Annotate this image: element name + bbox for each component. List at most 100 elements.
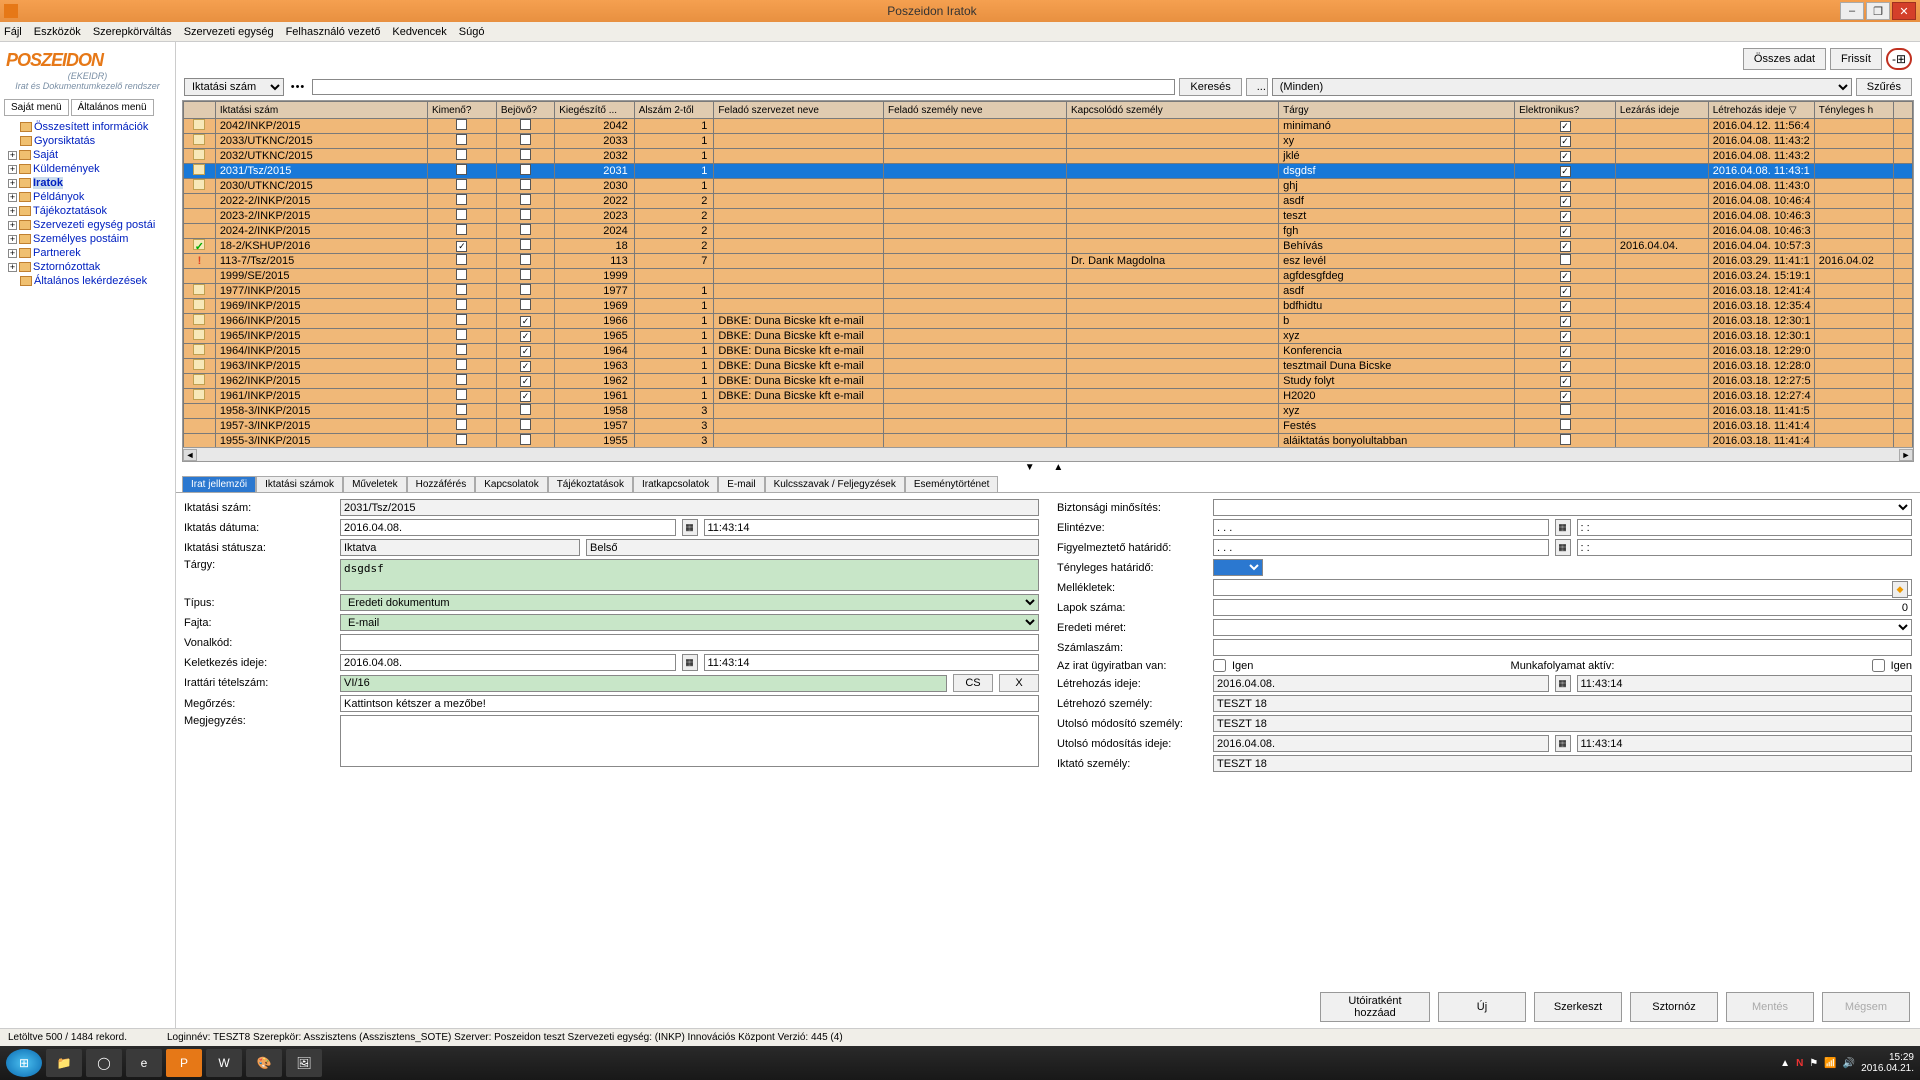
search-field-select[interactable]: Iktatási szám [184,78,284,96]
biztonsag-select[interactable] [1213,499,1912,516]
calendar-icon[interactable]: ▦ [1555,519,1571,536]
tb-paint[interactable]: 🎨 [246,1049,282,1077]
col-header[interactable]: Tárgy [1279,102,1515,119]
calendar-icon[interactable]: ▦ [682,654,698,671]
col-header[interactable]: Kiegészítő ... [555,102,635,119]
table-row[interactable]: 1957-3/INKP/201519573Festés2016.03.18. 1… [184,419,1913,434]
elintezve-time[interactable] [1577,519,1913,536]
tb-word[interactable]: W [206,1049,242,1077]
tb-photos[interactable]: 🖼 [286,1049,322,1077]
table-row[interactable]: 1969/INKP/201519691bdfhidtu✓2016.03.18. … [184,299,1913,314]
attachments-icon[interactable]: ◆ [1892,581,1908,598]
expand-icon[interactable]: + [8,165,17,174]
menu-kedvencek[interactable]: Kedvencek [392,26,446,38]
keletkezes-ido-field[interactable] [704,654,1040,671]
tree-node[interactable]: +Iratok [4,176,171,190]
all-data-button[interactable]: Összes adat [1743,48,1826,70]
szamlaszam-field[interactable] [1213,639,1912,656]
refresh-button[interactable]: Frissít [1830,48,1882,70]
col-header[interactable]: Bejövő? [496,102,554,119]
table-row[interactable]: 1962/INKP/2015✓19621DBKE: Duna Bicske kf… [184,374,1913,389]
tree-node[interactable]: Összesített információk [4,120,171,134]
search-button[interactable]: Keresés [1179,78,1241,96]
table-row[interactable]: !113-7/Tsz/20151137Dr. Dank Magdolnaesz … [184,254,1913,269]
table-row[interactable]: 1961/INKP/2015✓19611DBKE: Duna Bicske kf… [184,389,1913,404]
pin-button[interactable]: -⊞ [1886,48,1912,70]
tree-label[interactable]: Sztornózottak [33,261,100,273]
keletkezes-field[interactable] [340,654,676,671]
minimize-button[interactable]: ‒ [1840,2,1864,20]
figyelmezt-time[interactable] [1577,539,1913,556]
table-row[interactable]: 2024-2/INKP/201520242fgh✓2016.04.08. 10:… [184,224,1913,239]
col-header[interactable]: Elektronikus? [1515,102,1616,119]
detail-tab[interactable]: Tájékoztatások [548,476,633,492]
table-row[interactable]: 1955-3/INKP/201519553aláiktatás bonyolul… [184,434,1913,448]
tree-node[interactable]: + Szervezeti egység postái [4,218,171,232]
col-header[interactable]: Tényleges h [1814,102,1894,119]
col-header[interactable]: Feladó szervezet neve [714,102,884,119]
tree-label[interactable]: Saját [33,149,58,161]
detail-tab[interactable]: Hozzáférés [407,476,476,492]
megjegyzes-field[interactable] [340,715,1039,767]
tray-net-icon[interactable]: 📶 [1824,1058,1836,1069]
col-header[interactable]: Feladó személy neve [884,102,1067,119]
megorzes-field[interactable] [340,695,1039,712]
tb-explorer[interactable]: 📁 [46,1049,82,1077]
tree-label[interactable]: Személyes postáim [33,233,128,245]
tree-node[interactable]: + Saját [4,148,171,162]
grid-scrollbar[interactable]: ◄ ► [183,447,1913,461]
splitter-arrows[interactable]: ▼ ▲ [176,462,1920,474]
calendar-icon[interactable]: ▦ [1555,675,1571,692]
data-table[interactable]: Iktatási számKimenő?Bejövő?Kiegészítő ..… [183,101,1913,447]
detail-tab[interactable]: Iratkapcsolatok [633,476,718,492]
utoirat-button[interactable]: Utóiratként hozzáad [1320,992,1430,1022]
detail-tab[interactable]: Eseménytörténet [905,476,999,492]
expand-icon[interactable]: + [8,221,17,230]
table-row[interactable]: 1958-3/INKP/201519583xyz2016.03.18. 11:4… [184,404,1913,419]
menu-súgó[interactable]: Súgó [459,26,485,38]
ugyirat-check[interactable] [1213,659,1226,672]
expand-icon[interactable]: + [8,179,17,188]
detail-tab[interactable]: Kapcsolatok [475,476,547,492]
tray-flag-icon[interactable]: ⚑ [1809,1058,1818,1069]
new-button[interactable]: Új [1438,992,1526,1022]
tree-node[interactable]: +Példányok [4,190,171,204]
tree-label[interactable]: Szervezeti egység postái [33,219,155,231]
filter-all-select[interactable]: (Minden) [1272,78,1852,96]
vonalkod-field[interactable] [340,634,1039,651]
col-header[interactable]: Kapcsolódó személy [1066,102,1278,119]
eredeti-select[interactable] [1213,619,1912,636]
tree-label[interactable]: Küldemények [33,163,100,175]
storno-button[interactable]: Sztornóz [1630,992,1718,1022]
expand-icon[interactable]: + [8,151,17,160]
table-row[interactable]: 2031/Tsz/201520311dsgdsf✓2016.04.08. 11:… [184,164,1913,179]
lapok-field[interactable] [1213,599,1912,616]
table-row[interactable]: 2023-2/INKP/201520232teszt✓2016.04.08. 1… [184,209,1913,224]
tree-node[interactable]: + Sztornózottak [4,260,171,274]
tree-label[interactable]: Partnerek [33,247,81,259]
table-row[interactable]: 1964/INKP/2015✓19641DBKE: Duna Bicske kf… [184,344,1913,359]
figyelmezt-date[interactable] [1213,539,1549,556]
tree-label[interactable]: Tájékoztatások [33,205,107,217]
tray-up-icon[interactable]: ▲ [1780,1058,1790,1069]
table-row[interactable]: 2032/UTKNC/201520321jklé✓2016.04.08. 11:… [184,149,1913,164]
col-header[interactable]: Alszám 2-től [634,102,714,119]
col-header[interactable]: Kimenő? [427,102,496,119]
detail-tab[interactable]: Iktatási számok [256,476,343,492]
tray-sound-icon[interactable]: 🔊 [1843,1058,1855,1069]
table-row[interactable]: 1999/SE/20151999agfdesgfdeg✓2016.03.24. … [184,269,1913,284]
tb-poszeidon[interactable]: P [166,1049,202,1077]
tab-altalanos-menu[interactable]: Általános menü [71,99,154,116]
col-header[interactable] [1894,102,1913,119]
mellekletek-field[interactable]: ◆ [1213,579,1912,596]
detail-tab[interactable]: E-mail [718,476,764,492]
scroll-right-icon[interactable]: ► [1899,449,1913,461]
targy-field[interactable]: dsgdsf [340,559,1039,591]
close-button[interactable]: ✕ [1892,2,1916,20]
tree-node[interactable]: Általános lekérdezések [4,274,171,288]
calendar-icon[interactable]: ▦ [1555,539,1571,556]
table-row[interactable]: 1966/INKP/2015✓19661DBKE: Duna Bicske kf… [184,314,1913,329]
tree-node[interactable]: +Személyes postáim [4,232,171,246]
iktatas-ido-field[interactable] [704,519,1040,536]
expand-icon[interactable]: + [8,263,17,272]
